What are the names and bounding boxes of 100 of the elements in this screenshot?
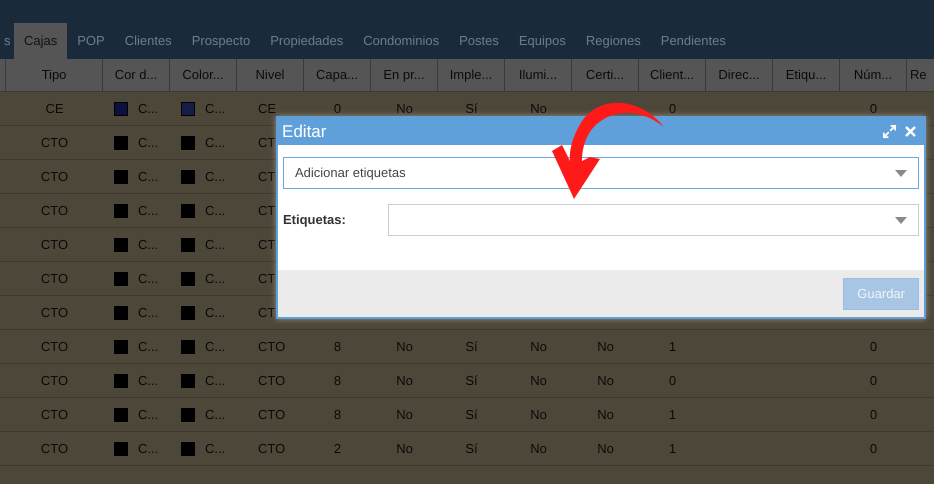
table-cell-text: CT	[258, 202, 276, 220]
table-cell-text: CTO	[40, 236, 68, 254]
table-cell-text: CTO	[40, 406, 68, 424]
action-select[interactable]: Adicionar etiquetas	[283, 157, 919, 189]
table-cell-text: C...	[138, 372, 158, 390]
table-cell-text: 8	[334, 338, 342, 356]
table-cell-text: CTO	[258, 406, 286, 424]
field-label: Etiquetas:	[283, 211, 347, 230]
table-cell-text: CTO	[40, 440, 68, 458]
table-cell-text: 0	[870, 406, 878, 424]
table-cell-text: C...	[205, 440, 226, 458]
table-cell-text: 0	[870, 440, 878, 458]
dropdown-caret-icon	[895, 216, 907, 224]
table-cell-text: No	[597, 440, 614, 458]
column-header[interactable]: Certi...	[586, 65, 624, 85]
table-cell-text: CT	[258, 236, 276, 254]
column-header[interactable]: Etiqu...	[786, 65, 826, 85]
column-header[interactable]: Re	[910, 65, 927, 85]
column-header[interactable]: Capa...	[316, 65, 358, 85]
tab[interactable]: s	[0, 23, 14, 59]
table-cell-text: 0	[668, 100, 676, 118]
table-cell-text: No	[597, 338, 614, 356]
table-cell-text: Sí	[465, 406, 478, 424]
tags-select[interactable]	[388, 204, 919, 236]
table-cell-text: CTO	[40, 202, 68, 220]
table-cell-text: No	[530, 338, 547, 356]
tab[interactable]: Clientes	[114, 23, 182, 59]
table-cell-text: CTO	[40, 270, 68, 288]
dropdown-caret-icon	[895, 170, 907, 176]
table-cell-text: CT	[258, 270, 276, 288]
tab[interactable]: Postes	[449, 23, 509, 59]
table-cell-text: Sí	[465, 100, 478, 118]
table-cell-text: C...	[205, 406, 226, 424]
table-cell-text: No	[597, 406, 614, 424]
column-header[interactable]: Direc...	[718, 65, 760, 85]
tab[interactable]: Pendientes	[650, 23, 736, 59]
table-cell-text: CTO	[40, 338, 68, 356]
table-cell-text: 0	[334, 100, 342, 118]
table-cell-text: Sí	[465, 338, 478, 356]
table-cell-text: CTO	[40, 372, 68, 390]
table-cell-text: CTO	[258, 338, 286, 356]
table-cell-text: CE	[258, 100, 276, 118]
tab[interactable]: Prospecto	[182, 23, 260, 59]
table-cell-text: C...	[205, 168, 226, 186]
table-cell-text: 2	[334, 440, 342, 458]
table-cell-text: C...	[205, 134, 226, 152]
table-cell-text: No	[396, 440, 413, 458]
table-cell-text: 1	[668, 338, 676, 356]
table-cell-text: Sí	[465, 372, 478, 390]
table-cell-text: 0	[668, 372, 676, 390]
table-cell-text: CTO	[258, 372, 286, 390]
close-icon[interactable]	[903, 124, 918, 139]
table-cell-text: No	[530, 406, 547, 424]
column-header[interactable]: Color...	[182, 65, 224, 85]
tab[interactable]: Propiedades	[260, 23, 354, 59]
column-header[interactable]: Ilumi...	[518, 65, 558, 85]
table-cell-text: No	[396, 372, 413, 390]
column-header[interactable]: Tipo	[42, 65, 66, 85]
table-cell-text: No	[396, 338, 413, 356]
table-cell-text: C...	[205, 304, 226, 322]
table-cell-text: C...	[205, 100, 226, 118]
tab[interactable]: Condominios	[353, 23, 450, 59]
column-header[interactable]: En pr...	[383, 65, 425, 85]
table-cell-text: 8	[334, 372, 342, 390]
column-header[interactable]: Imple...	[450, 65, 492, 85]
table-cell-text: CE	[45, 100, 64, 118]
table-cell-text: C...	[138, 168, 158, 186]
tab[interactable]: Cajas	[14, 23, 68, 59]
maximize-icon[interactable]	[882, 124, 897, 139]
tab[interactable]: POP	[67, 23, 115, 59]
table-cell-text: CT	[258, 168, 276, 186]
table-cell-text: No	[396, 100, 413, 118]
table-cell-text: CT	[258, 134, 276, 152]
table-cell-text: C...	[205, 338, 226, 356]
table-cell-text: C...	[205, 372, 226, 390]
column-header[interactable]: Nivel	[256, 65, 284, 85]
table-cell-text: 0	[870, 100, 878, 118]
column-header[interactable]: Cor d...	[114, 65, 158, 85]
table-cell-text: C...	[138, 236, 158, 254]
table-cell-text: No	[530, 372, 547, 390]
table-cell-text: 8	[334, 406, 342, 424]
table-cell-text: C...	[205, 270, 226, 288]
tab[interactable]: Equipos	[508, 23, 576, 59]
table-cell-text: 0	[870, 372, 878, 390]
table-cell-text: No	[597, 372, 614, 390]
table-cell-text: CT	[258, 304, 276, 322]
column-header[interactable]: Núm...	[854, 65, 892, 85]
table-cell-text: 0	[870, 338, 878, 356]
table-cell-text: CTO	[40, 134, 68, 152]
tab[interactable]: Regiones	[576, 23, 651, 59]
table-cell-text: CTO	[258, 440, 286, 458]
table-cell-text: No	[396, 406, 413, 424]
table-cell-text: C...	[205, 202, 226, 220]
table-cell-text: C...	[138, 202, 158, 220]
table-cell-text: C...	[138, 338, 158, 356]
table-cell-text: C...	[205, 236, 226, 254]
table-cell-text: C...	[138, 406, 158, 424]
column-header[interactable]: Client...	[650, 65, 694, 85]
dialog-title: Editar	[282, 120, 326, 143]
table-cell-text: Sí	[465, 440, 478, 458]
